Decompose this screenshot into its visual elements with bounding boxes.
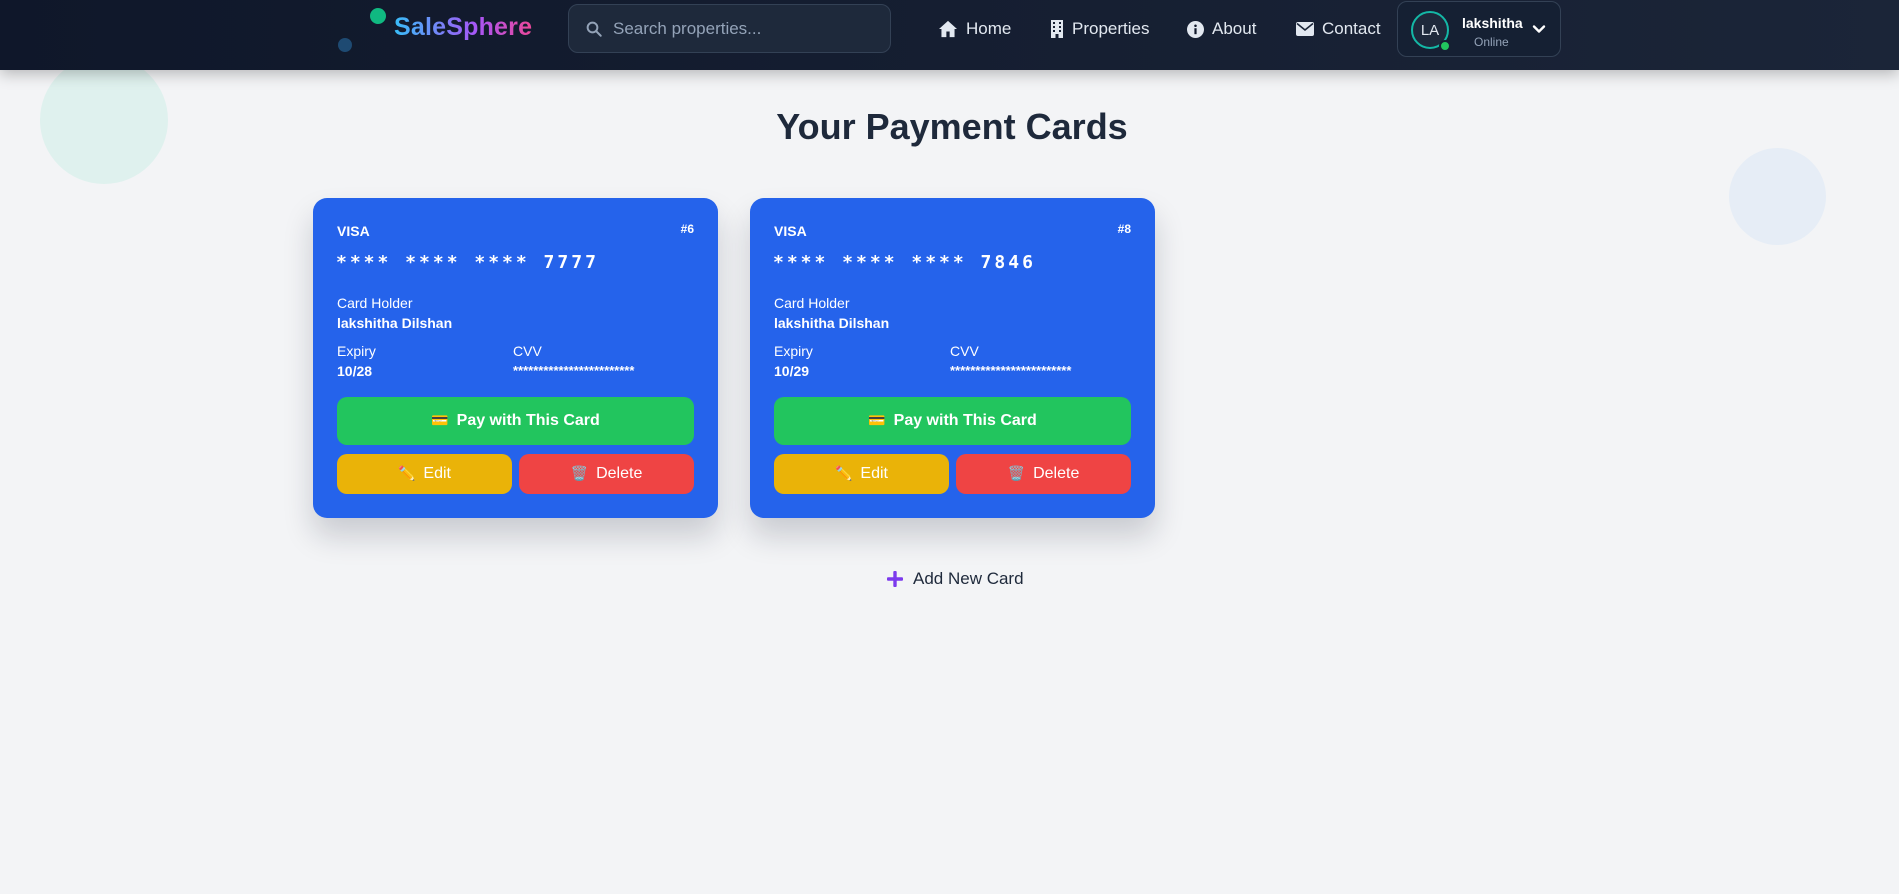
page-title: Your Payment Cards — [776, 106, 1128, 147]
pencil-icon: ✏️ — [397, 466, 416, 482]
pay-with-card-button[interactable]: 💳 Pay with This Card — [337, 397, 694, 445]
decorative-circle-right — [1729, 148, 1826, 245]
cvv-value: ************************ — [513, 363, 635, 378]
brand-logo[interactable]: SaleSphere — [394, 13, 532, 42]
building-icon — [1051, 20, 1063, 38]
cvv-label: CVV — [950, 343, 979, 359]
edit-card-button[interactable]: ✏️ Edit — [337, 454, 512, 494]
pay-with-card-button[interactable]: 💳 Pay with This Card — [774, 397, 1131, 445]
card-holder-label: Card Holder — [774, 295, 850, 311]
add-new-card-label: Add New Card — [913, 569, 1024, 588]
credit-card-icon: 💳 — [431, 413, 449, 429]
search-box — [568, 4, 891, 53]
card-id: #8 — [1117, 222, 1131, 236]
card-brand: VISA — [337, 223, 370, 239]
delete-card-button[interactable]: 🗑️ Delete — [956, 454, 1131, 494]
user-status: Online — [1474, 35, 1509, 49]
home-icon — [939, 20, 957, 38]
credit-card-icon: 💳 — [868, 413, 886, 429]
nav-contact[interactable]: Contact — [1296, 17, 1381, 41]
nav-properties[interactable]: Properties — [1050, 17, 1149, 41]
chevron-down-icon — [1532, 25, 1546, 33]
card-holder-name: lakshitha Dilshan — [774, 315, 890, 331]
add-new-card-button[interactable]: Add New Card — [887, 567, 1024, 591]
edit-button-label: Edit — [860, 465, 888, 482]
nav-contact-label: Contact — [1322, 19, 1381, 38]
search-input[interactable] — [613, 5, 883, 52]
plus-icon — [887, 571, 903, 587]
pay-button-label: Pay with This Card — [893, 412, 1037, 429]
pay-button-label: Pay with This Card — [456, 412, 600, 429]
edit-card-button[interactable]: ✏️ Edit — [774, 454, 949, 494]
expiry-value: 10/28 — [337, 363, 373, 379]
expiry-label: Expiry — [337, 343, 376, 359]
delete-button-label: Delete — [596, 465, 643, 482]
card-holder-name: lakshitha Dilshan — [337, 315, 453, 331]
edit-button-label: Edit — [423, 465, 451, 482]
envelope-icon — [1296, 22, 1314, 36]
trash-icon: 🗑️ — [570, 466, 589, 482]
info-icon — [1187, 20, 1204, 38]
nav-home-label: Home — [966, 19, 1012, 38]
card-number: **** **** **** 7846 — [773, 252, 1036, 273]
logo-dot-icon — [338, 38, 352, 52]
expiry-label: Expiry — [774, 343, 813, 359]
pencil-icon: ✏️ — [834, 466, 853, 482]
user-menu[interactable]: LA lakshitha Online — [1397, 1, 1561, 57]
card-id: #6 — [680, 222, 694, 236]
trash-icon: 🗑️ — [1007, 466, 1026, 482]
payment-card: VISA #6 **** **** **** 7777 Card Holder … — [313, 198, 718, 518]
search-icon — [586, 21, 602, 37]
card-holder-label: Card Holder — [337, 295, 413, 311]
nav-home[interactable]: Home — [938, 17, 1011, 41]
card-brand: VISA — [774, 223, 807, 239]
cvv-label: CVV — [513, 343, 542, 359]
nav-properties-label: Properties — [1072, 19, 1150, 38]
nav-about-label: About — [1212, 19, 1257, 38]
delete-card-button[interactable]: 🗑️ Delete — [519, 454, 694, 494]
nav-about[interactable]: About — [1187, 17, 1256, 41]
expiry-value: 10/29 — [774, 363, 810, 379]
user-name: lakshitha — [1462, 15, 1523, 31]
cvv-value: ************************ — [950, 363, 1072, 378]
logo-dot-icon — [370, 8, 386, 24]
payment-card: VISA #8 **** **** **** 7846 Card Holder … — [750, 198, 1155, 518]
card-number: **** **** **** 7777 — [336, 252, 599, 273]
delete-button-label: Delete — [1033, 465, 1080, 482]
online-status-icon — [1439, 40, 1451, 52]
navbar: SaleSphere Home Properties About Cont — [0, 0, 1899, 70]
